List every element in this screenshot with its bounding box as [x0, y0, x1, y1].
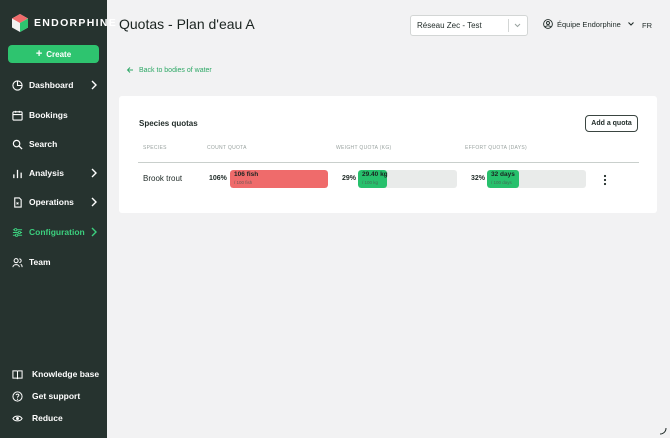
- weight-quota-value: 29.40 kg: [362, 171, 388, 178]
- brand-name: ENDORPHINE: [34, 17, 118, 29]
- sidebar-item-get-support[interactable]: Get support: [0, 386, 107, 406]
- chevron-right-icon: [91, 80, 97, 90]
- create-button[interactable]: + Create: [8, 45, 99, 63]
- sidebar-item-team[interactable]: Team: [0, 252, 107, 272]
- effort-quota-percent: 32%: [471, 175, 486, 182]
- species-quotas-card: Species quotas Add a quota SPECIES COUNT…: [119, 96, 657, 213]
- back-link-label: Back to bodies of water: [139, 66, 212, 74]
- effort-quota-limit: / 100 days: [491, 180, 512, 185]
- users-icon: [12, 257, 23, 267]
- chevron-right-icon: [91, 197, 97, 207]
- sidebar-item-operations[interactable]: Operations: [0, 192, 107, 212]
- sidebar-item-label: Configuration: [29, 227, 85, 237]
- sidebar-item-reduce[interactable]: Reduce: [0, 408, 107, 428]
- sidebar-item-label: Dashboard: [29, 80, 74, 90]
- count-quota-value: 106 fish: [234, 171, 259, 178]
- row-actions-icon[interactable]: [601, 174, 609, 186]
- plus-icon: +: [35, 47, 43, 60]
- sidebar-item-label: Bookings: [29, 110, 68, 120]
- effort-quota-value: 32 days: [491, 171, 515, 178]
- count-quota-limit: / 100 fish: [234, 180, 253, 185]
- weight-quota-limit: / 100 kg: [362, 180, 379, 185]
- sidebar-item-label: Search: [29, 139, 58, 149]
- network-select[interactable]: Réseau Zec - Test: [410, 15, 528, 36]
- card-title: Species quotas: [139, 119, 198, 128]
- chevron-right-icon: [91, 227, 97, 237]
- brand[interactable]: ENDORPHINE: [12, 14, 117, 32]
- sidebar-item-analysis[interactable]: Analysis: [0, 163, 107, 183]
- weight-quota-percent: 29%: [342, 175, 357, 182]
- document-icon: [14, 196, 22, 208]
- column-header-species: SPECIES: [143, 145, 167, 151]
- select-divider: [508, 19, 509, 32]
- species-name: Brook trout: [143, 174, 183, 183]
- sidebar-item-label: Reduce: [32, 413, 63, 423]
- dashboard-icon: [12, 79, 23, 91]
- team-name: Équipe Endorphine: [557, 19, 621, 29]
- language-switch[interactable]: FR: [642, 21, 652, 30]
- sidebar-item-configuration[interactable]: Configuration: [0, 222, 107, 242]
- column-header-effort-quota: EFFORT QUOTA (DAYS): [465, 145, 528, 151]
- eye-icon: [12, 415, 23, 421]
- calendar-icon: [12, 110, 23, 121]
- sidebar-item-search[interactable]: Search: [0, 134, 107, 154]
- user-circle-icon: [543, 19, 553, 29]
- chevron-down-icon: [627, 22, 634, 26]
- chevron-right-icon: [91, 168, 97, 178]
- sidebar-item-label: Get support: [32, 391, 81, 401]
- chart-icon: [13, 169, 22, 178]
- sidebar-item-knowledge-base[interactable]: Knowledge base: [0, 364, 107, 384]
- book-icon: [12, 369, 23, 379]
- count-quota-bar: 106 fish / 100 fish: [230, 170, 328, 188]
- team-menu[interactable]: Équipe Endorphine: [543, 19, 635, 29]
- sidebar-item-label: Analysis: [29, 168, 64, 178]
- help-icon: [12, 390, 23, 402]
- add-quota-button[interactable]: Add a quota: [585, 115, 638, 132]
- arrow-left-icon: [126, 67, 133, 73]
- chevron-down-icon: [514, 23, 521, 28]
- header-divider: [138, 162, 639, 163]
- sliders-icon: [12, 227, 23, 237]
- sidebar-item-label: Knowledge base: [32, 369, 100, 379]
- weight-quota-bar: 29.40 kg / 100 kg: [358, 170, 457, 188]
- network-select-value: Réseau Zec - Test: [417, 21, 482, 30]
- effort-quota-bar: 32 days / 100 days: [487, 170, 586, 188]
- endorphine-logo: [12, 14, 28, 32]
- sidebar-item-bookings[interactable]: Bookings: [0, 105, 107, 125]
- sidebar-item-label: Operations: [29, 197, 74, 207]
- create-button-label: Create: [46, 49, 72, 59]
- column-header-count-quota: COUNT QUOTA: [207, 145, 247, 151]
- resize-handle-icon[interactable]: [659, 427, 667, 435]
- sidebar-item-dashboard[interactable]: Dashboard: [0, 75, 107, 95]
- back-to-bodies-of-water-link[interactable]: Back to bodies of water: [126, 66, 212, 74]
- page-title: Quotas - Plan d'eau A: [119, 16, 255, 32]
- count-quota-percent: 106%: [209, 175, 227, 182]
- search-icon: [12, 139, 23, 150]
- sidebar: ENDORPHINE + Create Dashboard Bookings S…: [0, 0, 116, 438]
- sidebar-item-label: Team: [29, 257, 51, 267]
- column-header-weight-quota: WEIGHT QUOTA (KG): [336, 145, 392, 151]
